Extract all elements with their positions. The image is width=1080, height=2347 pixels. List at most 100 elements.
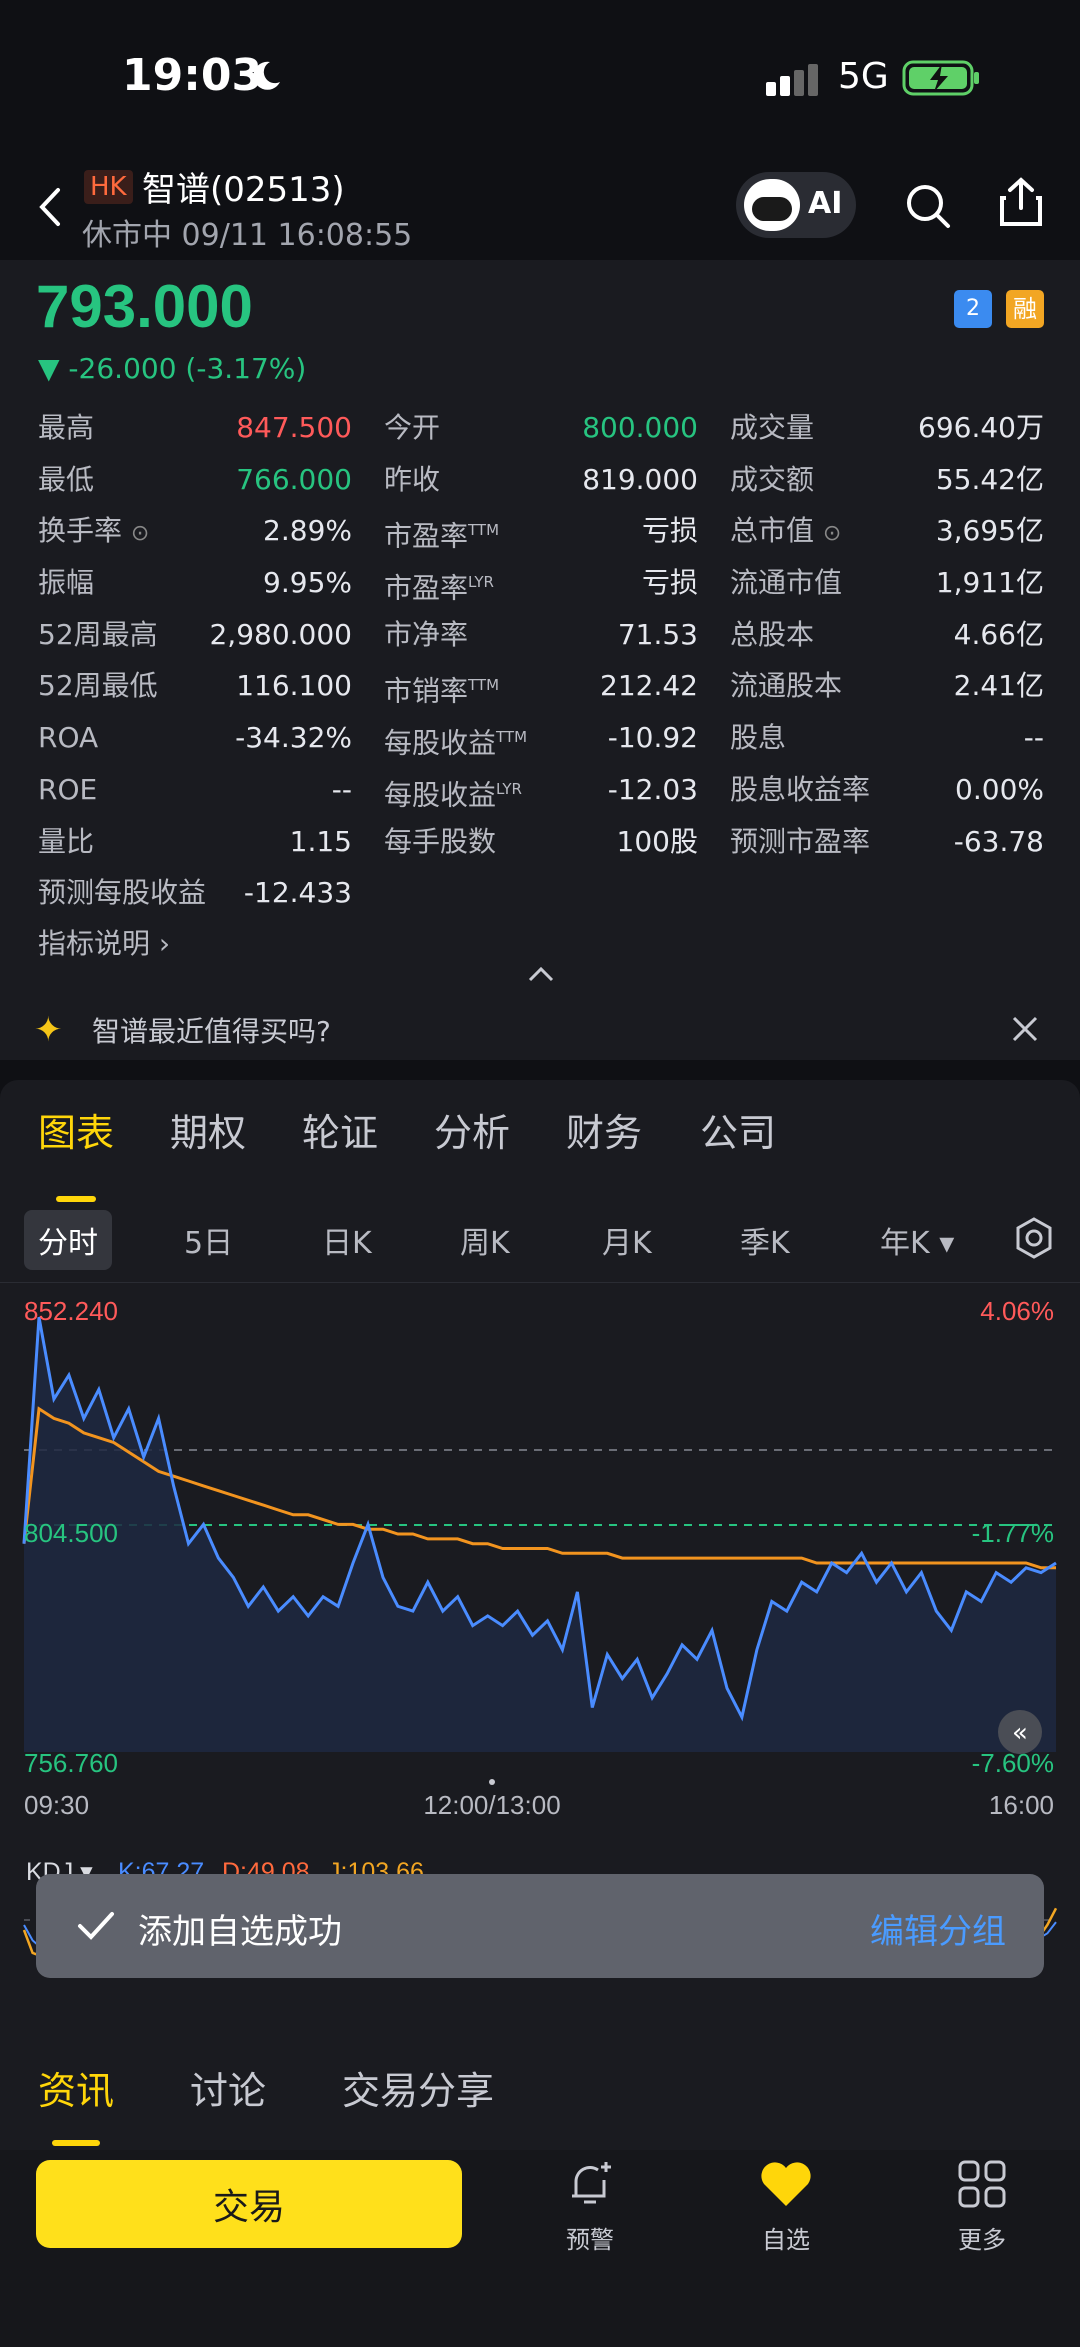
- active-tab-indicator: [52, 2140, 100, 2146]
- market-status: 休市中 09/11 16:08:55: [82, 218, 413, 253]
- margin-badge[interactable]: 融: [1006, 290, 1044, 328]
- metric-label: 52周最高: [38, 617, 158, 651]
- tab-options[interactable]: 期权: [170, 1102, 246, 1157]
- info-icon[interactable]: ⊙: [131, 521, 149, 546]
- metric-value: 3,695亿: [935, 514, 1044, 548]
- sparkle-icon: ✦: [34, 1010, 63, 1050]
- watchlist-button[interactable]: 自选: [726, 2158, 846, 2255]
- ai-assistant-button[interactable]: AI: [736, 172, 856, 238]
- time-label-start: 09:30: [24, 1790, 89, 1820]
- metric-value: 2,980.000: [209, 617, 352, 651]
- trade-button[interactable]: 交易: [36, 2160, 462, 2248]
- metric-value: 696.40万: [918, 411, 1044, 444]
- metric-row: 52周最低 116.100 市销率TTM 212.42 流通股本 2.41亿: [0, 660, 1080, 712]
- double-chevron-left-icon[interactable]: «: [1012, 1718, 1028, 1748]
- turnover-rate-label[interactable]: 换手率 ⊙: [38, 505, 149, 560]
- indicator-explanation-link[interactable]: 指标说明 ›: [38, 922, 170, 962]
- search-icon[interactable]: [904, 182, 952, 230]
- period-yearly[interactable]: 年K ▾: [880, 1218, 954, 1262]
- intraday-chart[interactable]: 852.240 804.500 756.760 4.06% -1.77% -7.…: [0, 1281, 1080, 1886]
- period-weekly[interactable]: 周K: [460, 1218, 510, 1262]
- tab-warrants[interactable]: 轮证: [302, 1102, 378, 1157]
- metric-label: 流通股本: [730, 669, 843, 703]
- signal-icon: [766, 64, 818, 96]
- metric-value: -34.32%: [235, 721, 352, 755]
- tab-financials[interactable]: 财务: [566, 1102, 642, 1157]
- metric-value: 800.000: [582, 411, 698, 444]
- tab-discussion[interactable]: 讨论: [190, 2060, 266, 2115]
- ai-question-text: 智谱最近值得买吗?: [92, 1015, 331, 1048]
- alert-button[interactable]: 预警: [530, 2158, 650, 2255]
- metric-row: 量比 1.15 每手股数 100股 预测市盈率 -63.78: [0, 816, 1080, 868]
- metric-row: ROE -- 每股收益LYR -12.03 股息收益率 0.00%: [0, 764, 1080, 816]
- period-5day[interactable]: 5日: [184, 1218, 233, 1262]
- back-icon[interactable]: [30, 182, 70, 232]
- metric-value: -10.92: [607, 721, 698, 755]
- period-daily[interactable]: 日K: [322, 1218, 372, 1262]
- tab-news[interactable]: 资讯: [38, 2060, 114, 2115]
- tab-company[interactable]: 公司: [700, 1102, 776, 1157]
- more-button[interactable]: 更多: [922, 2158, 1042, 2255]
- current-price: 793.000: [36, 273, 253, 340]
- metric-value: -63.78: [953, 824, 1044, 858]
- moon-icon: [253, 61, 280, 90]
- price-change: ▼ -26.000 (-3.17%): [38, 352, 307, 385]
- chevron-up-icon[interactable]: [526, 964, 556, 984]
- status-bar: 19:03 5G: [0, 0, 1080, 160]
- metric-label: 市销率: [384, 674, 469, 708]
- metric-label: 总股本: [730, 617, 815, 651]
- metric-value: --: [331, 772, 352, 806]
- tab-chart[interactable]: 图表: [38, 1102, 114, 1157]
- alert-label: 预警: [566, 2226, 614, 2254]
- metric-row: 最高 847.500 今开 800.000 成交量 696.40万: [0, 402, 1080, 454]
- metric-label: 最低: [38, 462, 95, 496]
- tab-analysis[interactable]: 分析: [434, 1102, 510, 1157]
- stock-name: 智谱(02513): [142, 170, 345, 210]
- metric-value: 亏损: [641, 514, 698, 548]
- y-label-mid: 804.500: [24, 1518, 118, 1548]
- edit-group-link[interactable]: 编辑分组: [870, 1904, 1006, 1953]
- market-cap-label[interactable]: 总市值 ⊙: [730, 505, 841, 560]
- tab-trade-share[interactable]: 交易分享: [342, 2060, 494, 2115]
- pct-label-mid: -1.77%: [972, 1518, 1054, 1548]
- metric-suffix: TTM: [496, 728, 528, 747]
- metric-label: 市盈率: [384, 519, 469, 553]
- metric-label: 成交量: [730, 411, 815, 444]
- heart-icon: [761, 2162, 811, 2206]
- close-icon[interactable]: [1008, 1012, 1042, 1046]
- metric-row: ROA -34.32% 每股收益TTM -10.92 股息 --: [0, 712, 1080, 764]
- metric-value: 亏损: [641, 566, 698, 600]
- chart-svg: 852.240 804.500 756.760 4.06% -1.77% -7.…: [0, 1281, 1080, 1886]
- toast-notification: 添加自选成功 编辑分组: [36, 1874, 1044, 1978]
- metric-suffix: LYR: [496, 779, 522, 798]
- metric-value: 4.66亿: [953, 617, 1044, 651]
- metric-value: 0.00%: [955, 772, 1044, 806]
- metric-value: 1,911亿: [935, 566, 1044, 600]
- metric-label: 每股收益: [384, 726, 497, 760]
- metric-row: 预测每股收益 -12.433: [0, 867, 1080, 919]
- metric-row: 最低 766.000 昨收 819.000 成交额 55.42亿: [0, 454, 1080, 506]
- period-quarterly[interactable]: 季K: [740, 1218, 790, 1262]
- settings-icon[interactable]: [1012, 1216, 1056, 1260]
- metric-row: 换手率 ⊙ 2.89% 市盈率TTM 亏损 总市值 ⊙ 3,695亿: [0, 505, 1080, 557]
- metric-label: ROA: [38, 721, 99, 755]
- check-icon: [78, 1912, 114, 1940]
- metric-row: 振幅 9.95% 市盈率LYR 亏损 流通市值 1,911亿: [0, 557, 1080, 609]
- period-monthly[interactable]: 月K: [602, 1218, 652, 1262]
- time-label-end: 16:00: [989, 1790, 1054, 1820]
- ai-question-banner[interactable]: ✦ 智谱最近值得买吗?: [0, 1000, 1080, 1060]
- metric-value: 1.15: [289, 824, 352, 858]
- metric-suffix: TTM: [468, 521, 500, 540]
- metric-value: --: [1023, 721, 1044, 755]
- metric-label: 每手股数: [384, 824, 497, 858]
- y-label-high: 852.240: [24, 1296, 118, 1326]
- share-icon[interactable]: [998, 176, 1044, 228]
- metric-row: 52周最高 2,980.000 市净率 71.53 总股本 4.66亿: [0, 609, 1080, 661]
- metric-label: 今开: [384, 411, 441, 444]
- period-intraday[interactable]: 分时: [24, 1210, 112, 1270]
- level-2-badge[interactable]: 2: [954, 290, 992, 328]
- metric-label: 预测市盈率: [730, 824, 871, 858]
- quote-panel: 793.000 ▼ -26.000 (-3.17%) 2 融 最高 847.500…: [0, 260, 1080, 1060]
- info-icon[interactable]: ⊙: [823, 521, 841, 546]
- midday-marker: [489, 1779, 495, 1785]
